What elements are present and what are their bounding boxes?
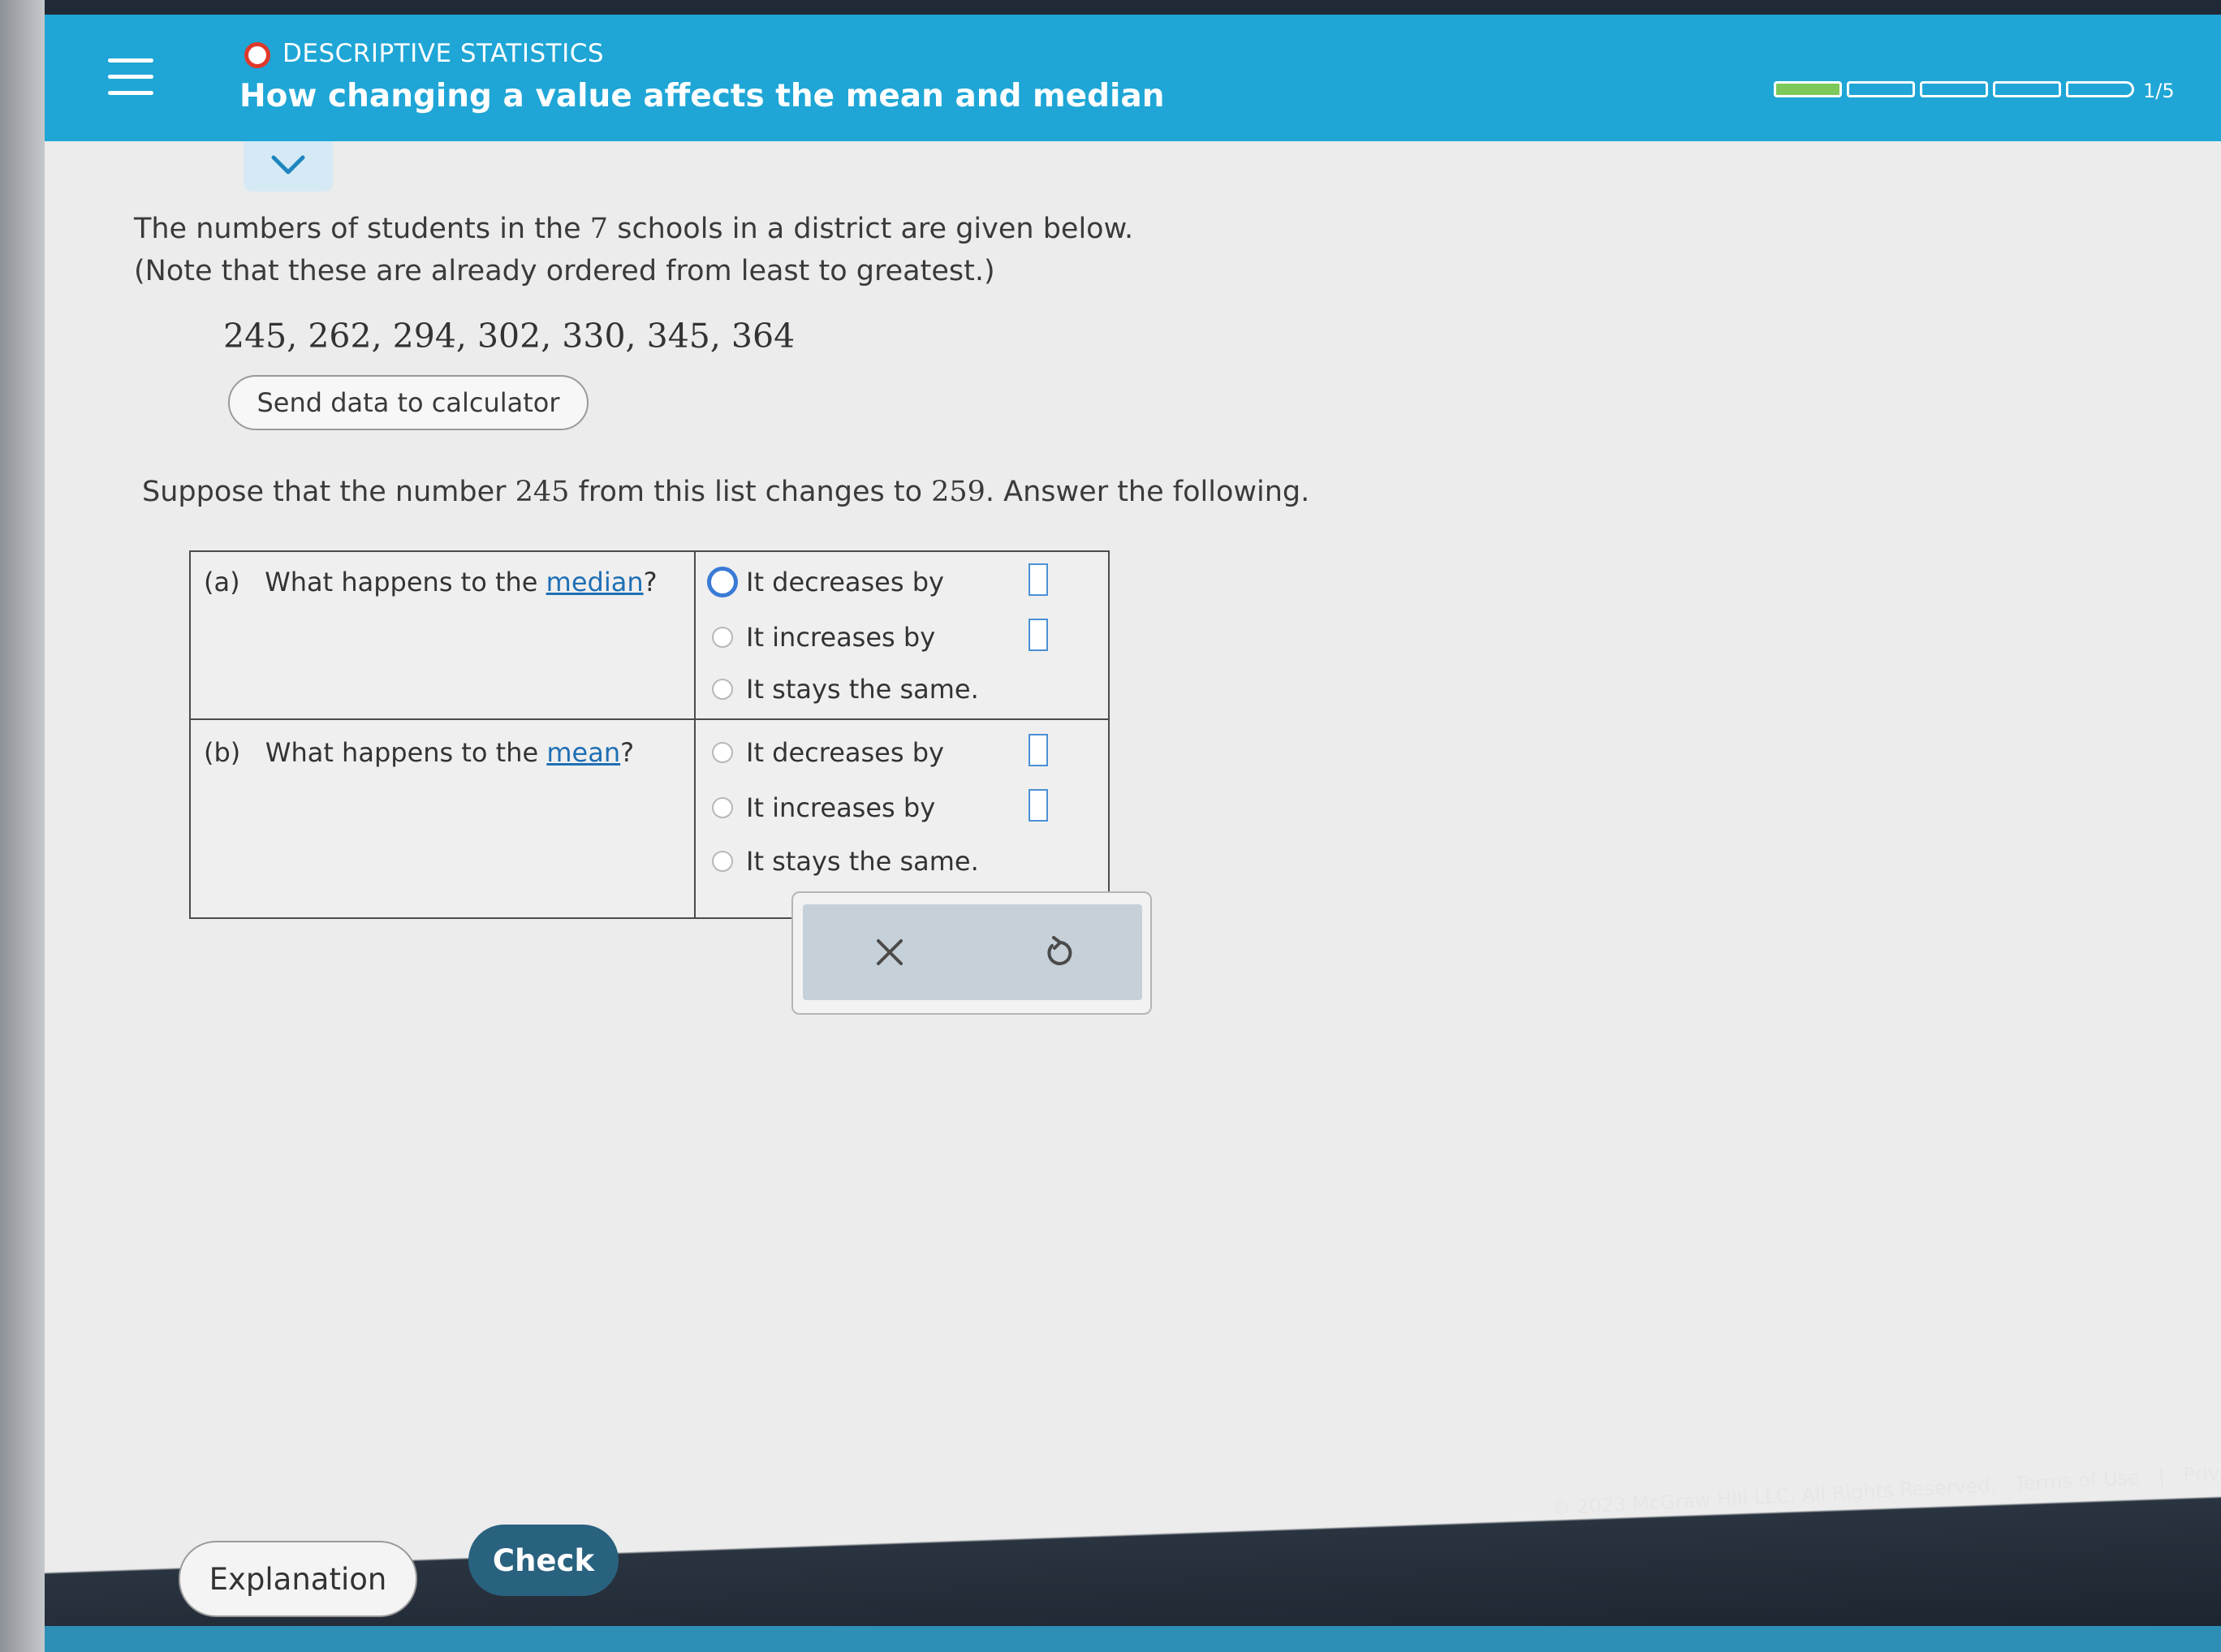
row-divider [191, 718, 1108, 720]
option-label: It stays the same. [746, 846, 979, 877]
school-count: 7 [589, 213, 609, 245]
radio-button[interactable] [712, 742, 733, 763]
check-button[interactable]: Check [468, 1525, 619, 1596]
option-a-same[interactable]: It stays the same. [712, 674, 979, 705]
column-divider [694, 552, 696, 917]
header-bar: DESCRIPTIVE STATISTICS How changing a va… [45, 15, 2221, 141]
chevron-down-icon [271, 155, 305, 175]
answer-a-increase-input[interactable] [1029, 619, 1048, 651]
footer-separator: | [2157, 1464, 2166, 1488]
page-title: How changing a value affects the mean an… [239, 78, 1165, 114]
topic-label: DESCRIPTIVE STATISTICS [282, 39, 605, 68]
radio-button[interactable] [712, 627, 733, 648]
option-label: It increases by [746, 792, 936, 823]
progress-label: 1/5 [2143, 80, 2175, 102]
question-text: What happens to the [265, 567, 546, 597]
progress-bar [1774, 81, 2134, 97]
radio-button[interactable] [712, 797, 733, 818]
hamburger-menu-icon[interactable] [108, 57, 153, 96]
answer-action-panel [791, 891, 1152, 1015]
old-value: 245 [515, 476, 570, 508]
option-b-increases[interactable]: It increases by [712, 792, 935, 823]
left-bezel [0, 0, 45, 1652]
option-label: It increases by [746, 622, 936, 653]
suppose-part: . Answer the following. [985, 476, 1310, 508]
question-text: ? [620, 737, 635, 768]
progress-segment [1774, 81, 1842, 97]
suppose-text: Suppose that the number 245 from this li… [142, 476, 1309, 508]
question-letter: (b) [204, 737, 241, 768]
question-text: ? [643, 567, 658, 597]
app-screen: DESCRIPTIVE STATISTICS How changing a va… [45, 15, 2221, 1626]
intro-text: schools in a district are given below. [608, 213, 1134, 245]
radio-button[interactable] [712, 679, 733, 700]
intro-line-1: The numbers of students in the 7 schools… [134, 208, 1133, 250]
radio-button[interactable] [712, 851, 733, 872]
action-panel-inner [803, 904, 1142, 1000]
collapse-toggle[interactable] [244, 141, 333, 192]
close-icon [877, 939, 903, 965]
undo-icon [1047, 936, 1072, 965]
option-label: It decreases by [746, 737, 944, 768]
question-table: (a) What happens to the median? It decre… [189, 550, 1110, 919]
question-letter: (a) [204, 567, 240, 597]
privacy-link[interactable]: Privacy [2183, 1460, 2221, 1487]
suppose-part: from this list changes to [569, 476, 932, 508]
progress-segment [2066, 81, 2134, 97]
option-a-decreases[interactable]: It decreases by [707, 567, 944, 597]
dataset-values: 245, 262, 294, 302, 330, 345, 364 [223, 317, 796, 356]
undo-button[interactable] [1038, 932, 1079, 973]
progress-segment [1847, 81, 1915, 97]
answer-a-decrease-input[interactable] [1029, 563, 1048, 596]
answer-b-decrease-input[interactable] [1029, 734, 1048, 766]
problem-intro: The numbers of students in the 7 schools… [134, 208, 1133, 292]
topic-status-icon [244, 42, 270, 68]
option-a-increases[interactable]: It increases by [712, 622, 935, 653]
bottom-bezel-strip [45, 1626, 2221, 1652]
answer-b-increase-input[interactable] [1029, 789, 1048, 822]
question-a-label: (a) What happens to the median? [204, 567, 658, 597]
new-value: 259 [931, 476, 985, 508]
option-b-decreases[interactable]: It decreases by [712, 737, 944, 768]
option-label: It stays the same. [746, 674, 979, 705]
explanation-button[interactable]: Explanation [179, 1541, 417, 1617]
top-bezel-strip [0, 0, 2221, 15]
question-text: What happens to the [265, 737, 547, 768]
send-data-button[interactable]: Send data to calculator [228, 375, 589, 430]
intro-line-2: (Note that these are already ordered fro… [134, 255, 995, 287]
median-link[interactable]: median [546, 567, 644, 597]
option-b-same[interactable]: It stays the same. [712, 846, 979, 877]
question-b-label: (b) What happens to the mean? [204, 737, 634, 768]
progress-segment [1920, 81, 1988, 97]
clear-button[interactable] [869, 932, 910, 973]
radio-button-selected[interactable] [707, 567, 738, 597]
suppose-part: Suppose that the number [142, 476, 515, 508]
option-label: It decreases by [746, 567, 944, 597]
intro-text: The numbers of students in the [134, 213, 590, 245]
mean-link[interactable]: mean [546, 737, 620, 768]
progress-segment [1993, 81, 2061, 97]
